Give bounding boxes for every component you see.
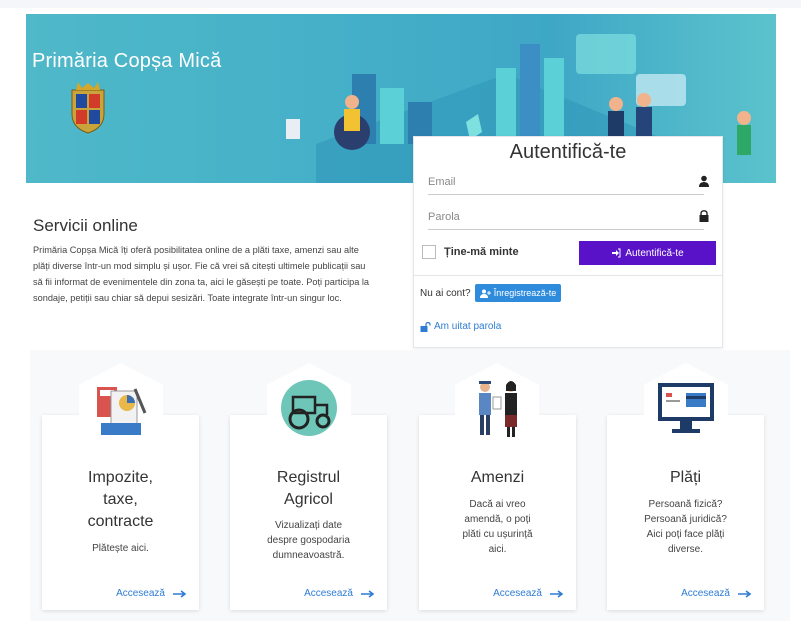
- forgot-password-link[interactable]: Am uitat parola: [420, 321, 501, 332]
- register-button[interactable]: Înregistrează-te: [475, 284, 561, 302]
- card-title-line: Registrul: [276, 469, 341, 486]
- login-submit-label: Autentifică-te: [625, 247, 684, 259]
- services-line: plăți diverse într-un mod simplu și ușor…: [33, 261, 366, 271]
- card-access-link[interactable]: Accesează: [681, 588, 752, 599]
- card-link-label: Accesează: [493, 588, 542, 599]
- password-field-wrap: [428, 207, 709, 230]
- card-title-line: Impozite,: [88, 469, 153, 486]
- tractor-icon: [281, 380, 337, 436]
- email-field[interactable]: [428, 172, 678, 192]
- arrow-right-icon: [361, 589, 375, 598]
- card-title: Impozite, taxe, contracte: [42, 467, 199, 533]
- remember-me[interactable]: Ține-mă minte: [422, 245, 519, 259]
- services-line: sondaje, petiții sau chiar să depui sesi…: [33, 293, 342, 303]
- arrow-right-icon: [173, 589, 187, 598]
- card-title-line: contracte: [87, 513, 154, 530]
- services-title: Servicii online: [33, 216, 138, 235]
- card-title-line: Plăți: [669, 469, 702, 486]
- card-desc-line: Persoană fizică?: [648, 499, 723, 510]
- card-title-line: Agricol: [284, 491, 333, 508]
- card-desc-line: amendă, o poți: [464, 514, 531, 525]
- card-title: Registrul Agricol: [230, 467, 387, 511]
- register-label: Înregistrează-te: [493, 288, 557, 298]
- card-desc-line: despre gospodaria: [267, 535, 350, 546]
- user-plus-icon: [479, 289, 491, 298]
- calculator-docs-icon: [97, 387, 147, 435]
- card-link-label: Accesează: [304, 588, 353, 599]
- arrow-right-icon: [550, 589, 564, 598]
- card-desc-line: plăti cu ușurință: [462, 529, 533, 540]
- services-description: Primăria Copșa Mică îți oferă posibilita…: [33, 242, 403, 306]
- login-title: Autentifică-te: [509, 141, 627, 163]
- arrow-right-icon: [738, 589, 752, 598]
- card-title: Amenzi: [419, 467, 576, 489]
- card-desc-line: aici.: [488, 544, 507, 555]
- login-submit-button[interactable]: Autentifică-te: [579, 241, 716, 265]
- card-link-label: Accesează: [116, 588, 165, 599]
- card-desc-line: Persoană juridică?: [644, 514, 727, 525]
- services-line: să fii informat de evenimentele din zona…: [33, 277, 370, 287]
- card-payment-monitor-icon: [658, 383, 714, 433]
- no-account-text: Nu ai cont?: [420, 288, 471, 299]
- card-description: Dacă ai vreo amendă, o poți plăti cu ușu…: [419, 497, 576, 557]
- top-strip: [0, 0, 801, 8]
- password-field[interactable]: [428, 207, 678, 227]
- card-desc-line: Dacă ai vreo: [469, 499, 526, 510]
- card-access-link[interactable]: Accesează: [304, 588, 375, 599]
- remember-label: Ține-mă minte: [444, 246, 519, 258]
- services-line: Primăria Copșa Mică îți oferă posibilita…: [33, 245, 359, 255]
- user-icon: [699, 175, 709, 187]
- card-access-link[interactable]: Accesează: [116, 588, 187, 599]
- unlock-icon: [420, 321, 431, 332]
- sign-in-icon: [612, 248, 621, 258]
- page-title: Primăria Copșa Mică: [32, 50, 222, 72]
- login-divider: [414, 275, 722, 276]
- card-desc-line: diverse.: [667, 544, 703, 555]
- card-desc-line: Aici poți face plăți: [646, 529, 725, 540]
- remember-checkbox[interactable]: [422, 245, 436, 259]
- police-officer-icon: [479, 381, 517, 437]
- card-title-line: taxe,: [103, 491, 138, 508]
- card-description: Persoană fizică? Persoană juridică? Aici…: [607, 497, 764, 557]
- card-desc-line: Vizualizați date: [274, 520, 343, 531]
- card-title: Plăți: [607, 467, 764, 489]
- forgot-password-label: Am uitat parola: [434, 321, 502, 332]
- email-field-wrap: [428, 172, 709, 195]
- card-access-link[interactable]: Accesează: [493, 588, 564, 599]
- login-card: Autentifică-te Ține-mă minte Autentifică…: [413, 136, 723, 348]
- card-link-label: Accesează: [681, 588, 730, 599]
- card-title-line: Amenzi: [470, 469, 525, 486]
- coat-of-arms-icon: [71, 82, 105, 134]
- lock-icon: [699, 210, 709, 222]
- card-desc-line: dumneavoastră.: [272, 550, 345, 561]
- card-description: Vizualizați date despre gospodaria dumne…: [230, 518, 387, 563]
- card-description: Plătește aici.: [42, 541, 199, 556]
- card-desc-line: Plătește aici.: [92, 543, 149, 554]
